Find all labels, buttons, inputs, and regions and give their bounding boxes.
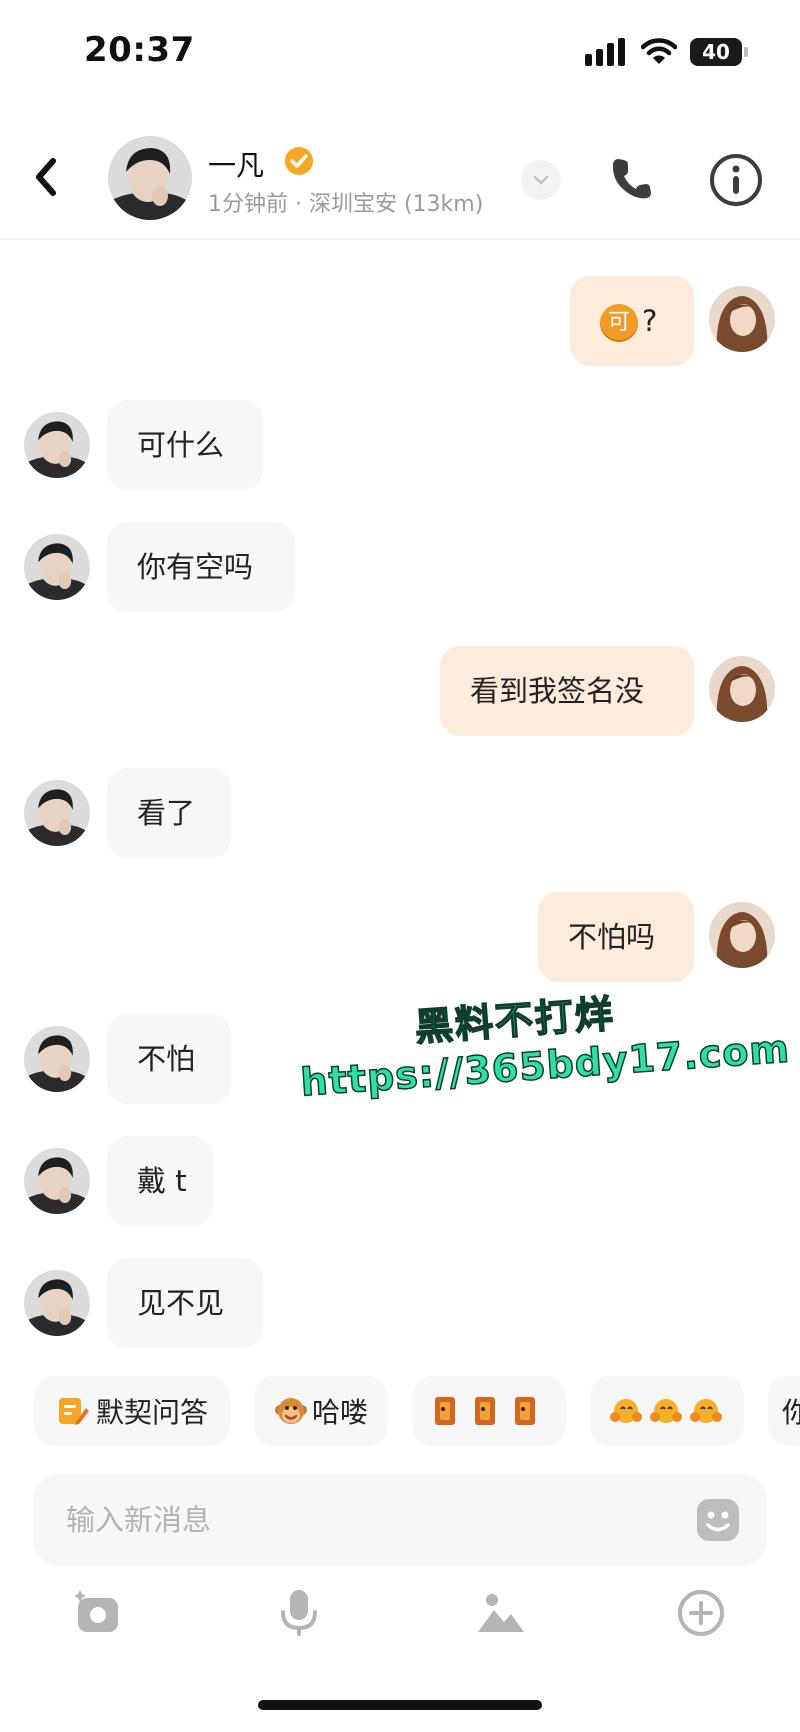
message-text: 可什么 [137, 428, 225, 462]
chevron-down-icon [533, 175, 549, 185]
info-icon[interactable] [708, 152, 764, 208]
chat-header: 一凡 1分钟前 · 深圳宝安 (13km) [0, 120, 800, 240]
message-text: 不怕吗 [568, 920, 656, 954]
message-input[interactable]: 输入新消息 [34, 1474, 766, 1566]
battery-tip [744, 47, 748, 57]
message-bubble-incoming[interactable]: 戴 t [107, 1136, 213, 1226]
wifi-icon [641, 38, 677, 64]
message-bubble-incoming[interactable]: 可什么 [107, 400, 263, 490]
message-text: 见不见 [137, 1286, 225, 1320]
quick-reply-chip[interactable] [590, 1376, 744, 1446]
message-text: 看了 [137, 796, 196, 830]
quick-reply-bar[interactable]: 默契问答 哈喽 你 [0, 1376, 800, 1446]
status-bar: 20:37 40 [0, 0, 800, 110]
quick-reply-label: 你 [782, 1396, 800, 1429]
message-text: 看到我签名没 [470, 674, 645, 708]
monkey-emoji-icon [274, 1398, 307, 1424]
contact-message-avatar[interactable] [24, 1148, 90, 1214]
message-text: ? [642, 304, 658, 338]
contact-message-avatar[interactable] [24, 412, 90, 478]
microphone-icon[interactable] [274, 1588, 324, 1638]
message-bubble-incoming[interactable]: 不怕 [107, 1014, 231, 1104]
my-avatar[interactable] [709, 902, 775, 968]
my-avatar[interactable] [709, 656, 775, 722]
contact-message-avatar[interactable] [24, 1270, 90, 1336]
quick-reply-chip[interactable]: 哈喽 [254, 1376, 388, 1446]
hug-emoji-icon [610, 1399, 722, 1423]
phone-call-icon[interactable] [606, 154, 656, 204]
pencil-note-icon [58, 1398, 89, 1425]
quick-reply-chip[interactable]: 你 [768, 1376, 800, 1446]
contact-status: 1分钟前 · 深圳宝安 (13km) [208, 192, 484, 217]
battery-indicator: 40 [690, 38, 742, 66]
emoji-picker-icon[interactable] [696, 1498, 740, 1542]
contact-message-avatar[interactable] [24, 780, 90, 846]
message-bubble-incoming[interactable]: 看了 [107, 768, 231, 858]
verified-badge-icon [285, 147, 313, 175]
message-bubble-incoming[interactable]: 你有空吗 [107, 522, 295, 612]
home-indicator [258, 1700, 542, 1710]
message-list[interactable]: 可? 可什么 你有空吗 看到我签名没 看了 不怕吗 不怕 戴 t 见不见 [0, 240, 800, 1370]
message-bubble-incoming[interactable]: 见不见 [107, 1258, 263, 1348]
status-time: 20:37 [84, 30, 195, 70]
message-text: 戴 t [137, 1164, 187, 1198]
message-text: 你有空吗 [137, 550, 254, 584]
add-more-icon[interactable] [676, 1588, 726, 1638]
contact-message-avatar[interactable] [24, 534, 90, 600]
quick-reply-label: 哈喽 [311, 1396, 368, 1429]
ke-emoji-icon: 可 [600, 304, 638, 342]
cellular-signal-icon [585, 38, 625, 66]
camera-sparkle-icon[interactable] [74, 1588, 124, 1638]
message-bubble-outgoing[interactable]: 不怕吗 [538, 892, 694, 982]
input-toolbar [0, 1580, 800, 1650]
image-gallery-icon[interactable] [476, 1588, 526, 1638]
quick-reply-chip[interactable] [412, 1376, 566, 1446]
quick-reply-label: 默契问答 [95, 1396, 208, 1429]
back-button[interactable] [24, 146, 68, 208]
contact-name: 一凡 [208, 149, 265, 182]
message-text: 不怕 [137, 1042, 196, 1076]
door-emoji-icon [435, 1397, 535, 1425]
message-bubble-outgoing[interactable]: 可? [570, 276, 694, 366]
my-avatar[interactable] [709, 286, 775, 352]
contact-message-avatar[interactable] [24, 1026, 90, 1092]
chevron-left-icon [36, 158, 56, 196]
quick-reply-chip[interactable]: 默契问答 [34, 1376, 230, 1446]
message-input-placeholder: 输入新消息 [66, 1503, 212, 1537]
contact-avatar[interactable] [108, 136, 192, 220]
message-bubble-outgoing[interactable]: 看到我签名没 [440, 646, 694, 736]
expand-profile-button[interactable] [521, 160, 561, 200]
